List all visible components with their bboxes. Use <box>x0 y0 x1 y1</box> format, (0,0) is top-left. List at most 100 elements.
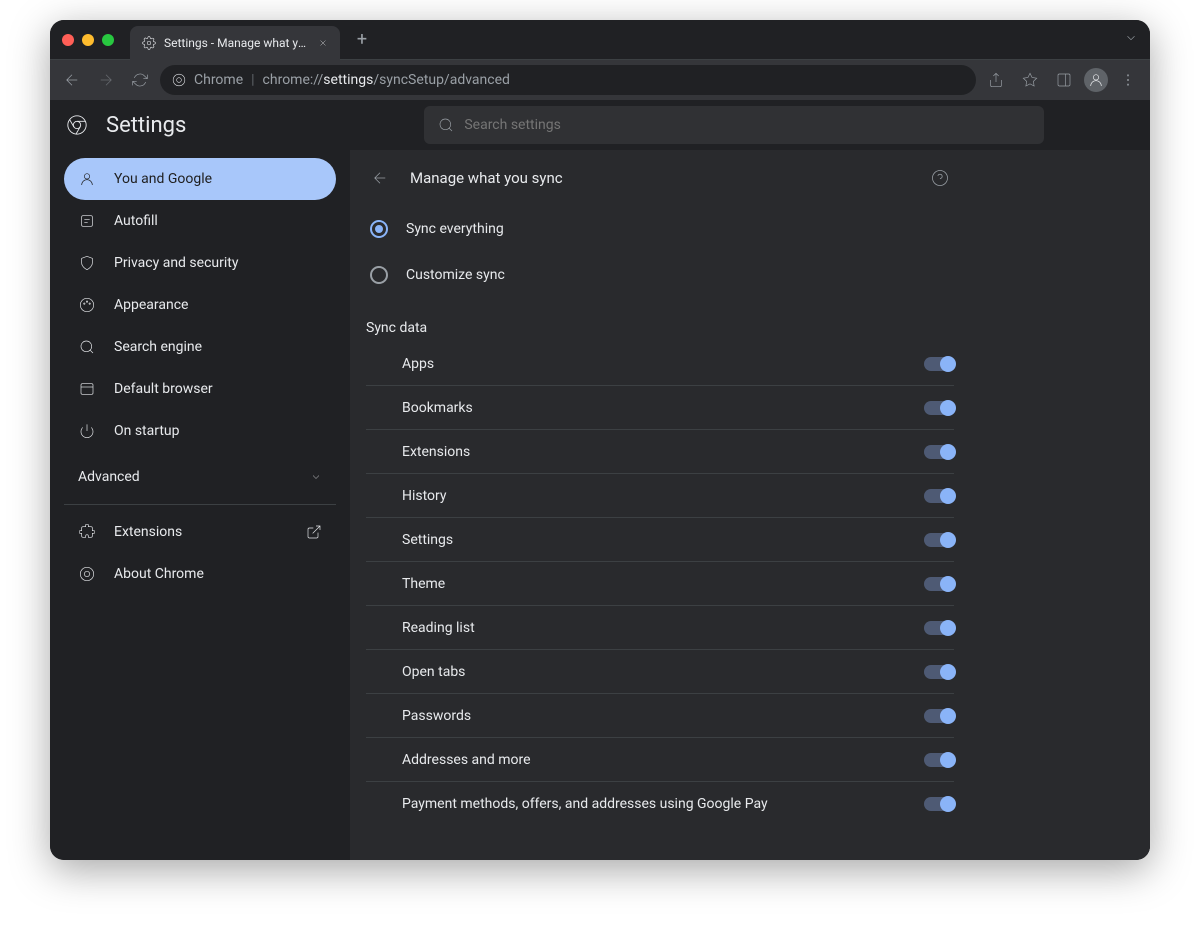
person-icon <box>78 171 96 187</box>
sidebar-label: Privacy and security <box>114 255 238 271</box>
radio-sync-everything[interactable]: Sync everything <box>366 206 954 252</box>
sync-data-label: Passwords <box>402 708 924 724</box>
chevron-down-icon <box>1124 31 1138 45</box>
new-tab-button[interactable]: + <box>348 29 376 50</box>
sync-toggle[interactable] <box>924 621 954 635</box>
app-title: Settings <box>106 113 186 138</box>
sync-data-label: Open tabs <box>402 664 924 680</box>
maximize-window-button[interactable] <box>102 34 114 46</box>
sync-toggle[interactable] <box>924 753 954 767</box>
panel-icon <box>1056 72 1072 88</box>
forward-button[interactable] <box>92 66 120 94</box>
extension-icon <box>78 524 96 540</box>
sync-data-label: Theme <box>402 576 924 592</box>
main-panel: Manage what you sync Sync everything Cus… <box>350 150 1150 860</box>
search-input[interactable] <box>464 117 1030 133</box>
sidebar-item-you-and-google[interactable]: You and Google <box>64 158 336 200</box>
sync-data-label: Reading list <box>402 620 924 636</box>
sidebar-item-autofill[interactable]: Autofill <box>64 200 336 242</box>
sync-data-row: Theme <box>366 562 954 606</box>
sync-toggle[interactable] <box>924 709 954 723</box>
sync-data-row: Reading list <box>366 606 954 650</box>
sidebar-item-search-engine[interactable]: Search engine <box>64 326 336 368</box>
settings-app: Settings You and Google Autofill Privacy… <box>50 100 1150 860</box>
autofill-icon <box>78 213 96 229</box>
sidebar-advanced-toggle[interactable]: Advanced <box>64 456 336 498</box>
page-content: Sync everything Customize sync Sync data… <box>350 206 970 850</box>
sidebar-label: On startup <box>114 423 180 439</box>
url-separator: | <box>251 72 254 88</box>
sidebar-label: Search engine <box>114 339 202 355</box>
app-header: Settings <box>50 100 1150 150</box>
sidebar-item-extensions[interactable]: Extensions <box>64 511 336 553</box>
share-icon <box>988 72 1004 88</box>
search-settings[interactable] <box>424 106 1044 144</box>
reload-button[interactable] <box>126 66 154 94</box>
sidebar-item-on-startup[interactable]: On startup <box>64 410 336 452</box>
sidebar: You and Google Autofill Privacy and secu… <box>50 150 350 860</box>
sync-data-row: Apps <box>366 342 954 386</box>
share-button[interactable] <box>982 66 1010 94</box>
sidebar-divider <box>64 504 336 505</box>
page-title: Manage what you sync <box>410 169 910 187</box>
sync-toggle[interactable] <box>924 445 954 459</box>
close-tab-icon[interactable] <box>318 38 328 48</box>
profile-avatar[interactable] <box>1084 68 1108 92</box>
arrow-left-icon <box>371 169 389 187</box>
radio-customize-sync[interactable]: Customize sync <box>366 252 954 298</box>
sync-data-row: Bookmarks <box>366 386 954 430</box>
avatar-icon <box>1088 72 1104 88</box>
sync-data-label: Payment methods, offers, and addresses u… <box>402 796 924 812</box>
sidebar-item-default-browser[interactable]: Default browser <box>64 368 336 410</box>
palette-icon <box>78 297 96 313</box>
sync-data-label: Extensions <box>402 444 924 460</box>
chrome-logo-icon <box>66 114 88 136</box>
chrome-icon <box>172 73 186 87</box>
sync-data-label: Apps <box>402 356 924 372</box>
menu-button[interactable] <box>1114 66 1142 94</box>
help-icon <box>931 169 949 187</box>
search-icon <box>438 117 454 133</box>
sidebar-item-appearance[interactable]: Appearance <box>64 284 336 326</box>
radio-label: Sync everything <box>406 221 504 237</box>
url-scheme: chrome:// <box>263 72 324 88</box>
sync-toggle[interactable] <box>924 533 954 547</box>
close-window-button[interactable] <box>62 34 74 46</box>
reload-icon <box>132 72 148 88</box>
toolbar: Chrome | chrome://settings/syncSetup/adv… <box>50 60 1150 100</box>
sync-toggle[interactable] <box>924 357 954 371</box>
power-icon <box>78 423 96 439</box>
url-path-rest: /syncSetup/advanced <box>373 72 510 88</box>
panel-button[interactable] <box>1050 66 1078 94</box>
sidebar-item-privacy[interactable]: Privacy and security <box>64 242 336 284</box>
url-bar[interactable]: Chrome | chrome://settings/syncSetup/adv… <box>160 65 976 95</box>
back-to-sync-button[interactable] <box>366 164 394 192</box>
gear-icon <box>142 36 156 50</box>
sync-toggle[interactable] <box>924 797 954 811</box>
sidebar-label: Extensions <box>114 524 288 540</box>
back-button[interactable] <box>58 66 86 94</box>
arrow-right-icon <box>97 71 115 89</box>
sync-toggle[interactable] <box>924 489 954 503</box>
url-path-main: settings <box>323 72 373 88</box>
sync-toggle[interactable] <box>924 665 954 679</box>
search-icon <box>78 339 96 355</box>
sync-data-heading: Sync data <box>366 320 954 336</box>
sync-toggle[interactable] <box>924 577 954 591</box>
minimize-window-button[interactable] <box>82 34 94 46</box>
bookmark-button[interactable] <box>1016 66 1044 94</box>
arrow-left-icon <box>63 71 81 89</box>
sidebar-item-about[interactable]: About Chrome <box>64 553 336 595</box>
page-header: Manage what you sync <box>350 150 970 206</box>
url-host: Chrome <box>194 72 243 88</box>
sync-toggle[interactable] <box>924 401 954 415</box>
sync-data-label: History <box>402 488 924 504</box>
browser-tab[interactable]: Settings - Manage what you sy <box>130 26 340 60</box>
tabs-dropdown-button[interactable] <box>1124 30 1138 49</box>
help-button[interactable] <box>926 164 954 192</box>
external-link-icon <box>306 524 322 540</box>
radio-icon <box>370 220 388 238</box>
more-vertical-icon <box>1120 72 1136 88</box>
sidebar-advanced-label: Advanced <box>78 469 140 485</box>
chevron-down-icon <box>310 471 322 483</box>
